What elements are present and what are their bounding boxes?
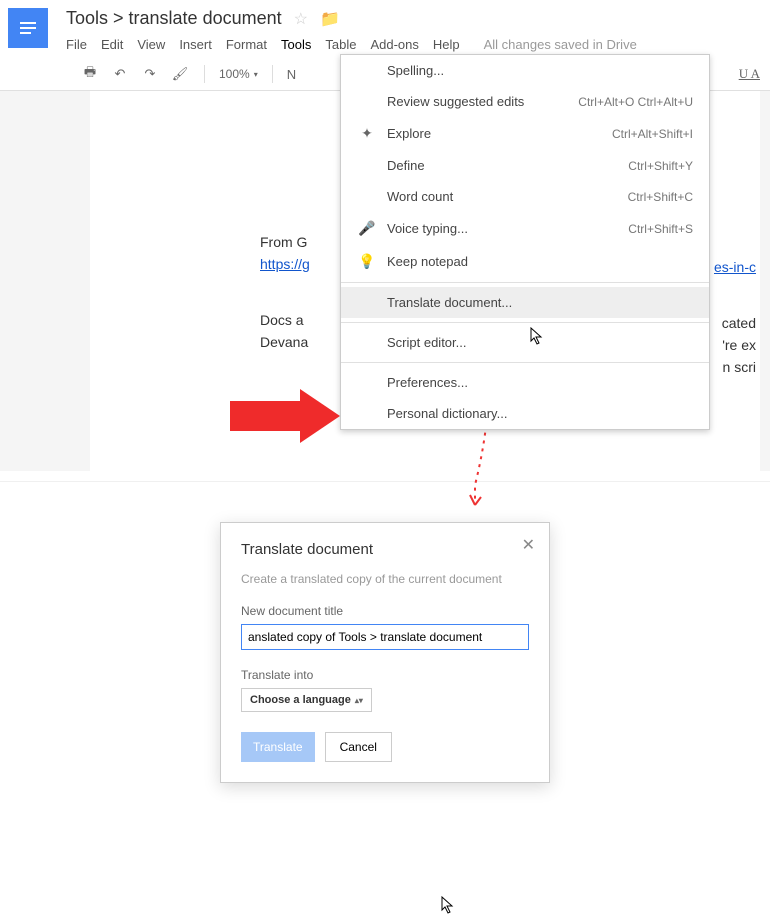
dropdown-label: Translate document... <box>387 295 693 310</box>
dropdown-item[interactable]: Script editor... <box>341 327 709 358</box>
doc-text: From G <box>260 234 307 250</box>
dialog-subtitle: Create a translated copy of the current … <box>241 572 529 586</box>
save-status: All changes saved in Drive <box>484 37 637 52</box>
doc-text: 're ex <box>714 334 756 356</box>
tools-dropdown: Spelling...Review suggested editsCtrl+Al… <box>340 54 710 430</box>
mouse-cursor-icon <box>441 896 457 919</box>
font-abbr[interactable]: N <box>287 67 296 82</box>
underline-icon[interactable]: U A <box>739 66 760 82</box>
dropdown-item[interactable]: Review suggested editsCtrl+Alt+O Ctrl+Al… <box>341 86 709 117</box>
doc-link[interactable]: https://g <box>260 256 310 272</box>
field-label: New document title <box>241 604 529 618</box>
doc-text: n scri <box>714 356 756 378</box>
dropdown-item[interactable]: Word countCtrl+Shift+C <box>341 181 709 212</box>
translate-dialog: ✕ Translate document Create a translated… <box>220 522 550 783</box>
dropdown-label: Voice typing... <box>387 221 628 236</box>
print-icon[interactable]: 🖶 <box>80 64 100 84</box>
menu-edit[interactable]: Edit <box>101 37 123 52</box>
paint-format-icon[interactable]: 🖌 <box>170 64 190 84</box>
dropdown-item[interactable]: Preferences... <box>341 367 709 398</box>
dialog-area: ✕ Translate document Create a translated… <box>0 481 770 783</box>
dropdown-label: Word count <box>387 189 628 204</box>
dropdown-item[interactable]: Spelling... <box>341 55 709 86</box>
menu-tools[interactable]: Tools <box>281 37 311 52</box>
explore-icon: ✦ <box>357 125 377 142</box>
shortcut-text: Ctrl+Shift+Y <box>628 159 693 173</box>
shortcut-text: Ctrl+Shift+S <box>628 222 693 236</box>
app-header: Tools > translate document ☆ 📁 File Edit… <box>0 0 770 58</box>
dropdown-label: Explore <box>387 126 612 141</box>
folder-icon[interactable]: 📁 <box>320 9 340 29</box>
dropdown-item[interactable]: DefineCtrl+Shift+Y <box>341 150 709 181</box>
red-arrow-annotation <box>230 401 300 431</box>
doc-link[interactable]: es-in-c <box>714 259 756 275</box>
mic-icon: 🎤 <box>357 220 377 237</box>
star-icon[interactable]: ☆ <box>294 9 308 29</box>
field-label: Translate into <box>241 668 529 682</box>
dropdown-label: Personal dictionary... <box>387 406 693 421</box>
dropdown-item[interactable]: 💡 Keep notepad <box>341 245 709 278</box>
document-title-input[interactable] <box>241 624 529 650</box>
dropdown-item[interactable]: Translate document... <box>341 287 709 318</box>
menu-insert[interactable]: Insert <box>179 37 212 52</box>
translate-button[interactable]: Translate <box>241 732 315 762</box>
menu-table[interactable]: Table <box>325 37 356 52</box>
menu-format[interactable]: Format <box>226 37 267 52</box>
redo-icon[interactable]: ↷ <box>140 64 160 84</box>
menu-view[interactable]: View <box>137 37 165 52</box>
undo-icon[interactable]: ↶ <box>110 64 130 84</box>
doc-text: Docs a <box>260 312 304 328</box>
cancel-button[interactable]: Cancel <box>325 732 392 762</box>
doc-text: Devana <box>260 334 308 350</box>
dropdown-label: Spelling... <box>387 63 693 78</box>
shortcut-text: Ctrl+Alt+Shift+I <box>612 127 693 141</box>
dropdown-label: Define <box>387 158 628 173</box>
close-icon[interactable]: ✕ <box>522 535 535 555</box>
dropdown-item[interactable]: Personal dictionary... <box>341 398 709 429</box>
dropdown-label: Keep notepad <box>387 254 693 269</box>
dropdown-item[interactable]: ✦ ExploreCtrl+Alt+Shift+I <box>341 117 709 150</box>
bulb-icon: 💡 <box>357 253 377 270</box>
shortcut-text: Ctrl+Shift+C <box>628 190 693 204</box>
docs-logo-icon[interactable] <box>8 8 48 48</box>
mouse-cursor-icon <box>530 327 546 350</box>
menu-file[interactable]: File <box>66 37 87 52</box>
dialog-title: Translate document <box>241 541 529 558</box>
dropdown-item[interactable]: 🎤 Voice typing...Ctrl+Shift+S <box>341 212 709 245</box>
language-select[interactable]: Choose a language▴▾ <box>241 688 372 712</box>
dropdown-label: Review suggested edits <box>387 94 578 109</box>
shortcut-text: Ctrl+Alt+O Ctrl+Alt+U <box>578 95 693 109</box>
zoom-control[interactable]: 100% ▾ <box>219 67 258 81</box>
menu-addons[interactable]: Add-ons <box>370 37 418 52</box>
menu-help[interactable]: Help <box>433 37 460 52</box>
document-title[interactable]: Tools > translate document <box>66 8 282 29</box>
dropdown-label: Preferences... <box>387 375 693 390</box>
doc-text: cated <box>714 312 756 334</box>
